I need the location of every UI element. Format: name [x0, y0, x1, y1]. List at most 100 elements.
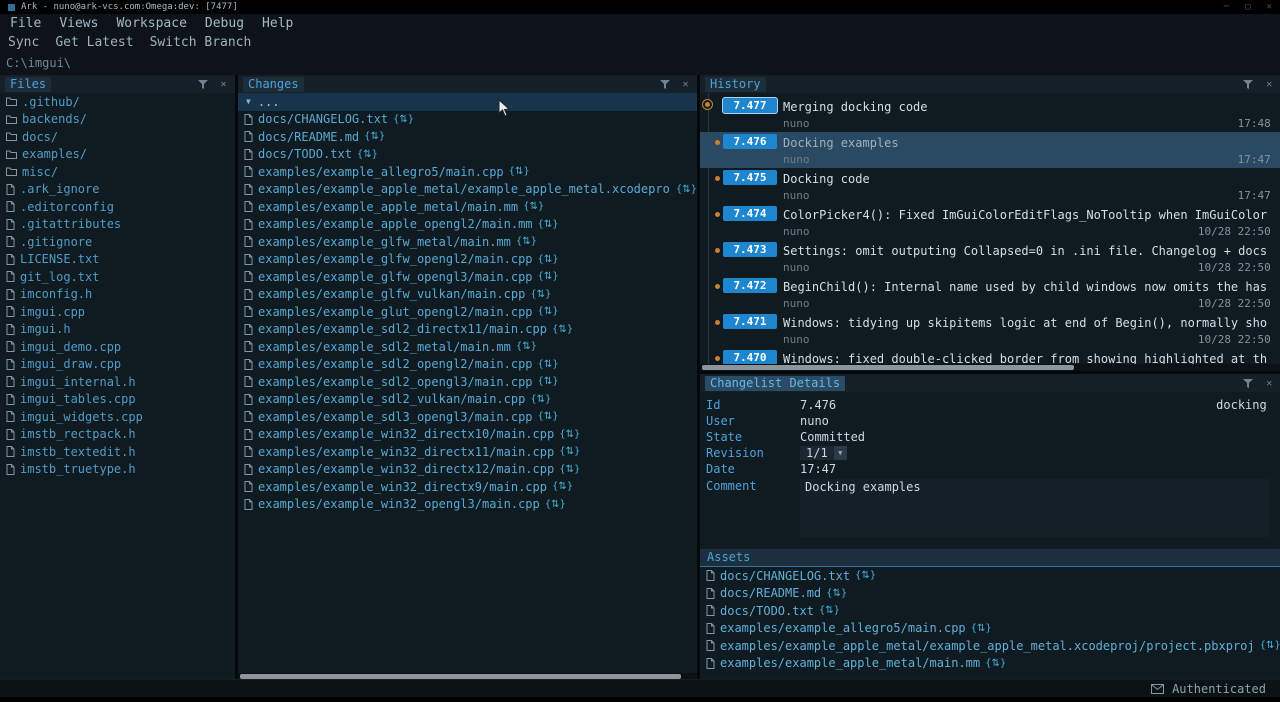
- history-commit-row[interactable]: 7.472 BeginChild(): Internal name used b…: [700, 276, 1280, 312]
- chevron-down-icon[interactable]: ▼: [834, 446, 847, 460]
- close-panel-icon[interactable]: ✕: [679, 78, 692, 91]
- minimize-icon[interactable]: ─: [1224, 2, 1229, 12]
- asset-row[interactable]: docs/README.md {⇅}: [700, 585, 1280, 603]
- changed-file-row[interactable]: examples/example_win32_directx9/main.cpp…: [238, 478, 697, 496]
- file-tree-item[interactable]: examples/: [0, 146, 235, 164]
- changeset-badge[interactable]: 7.471: [723, 314, 777, 329]
- file-tree-item[interactable]: imgui_tables.cpp: [0, 391, 235, 409]
- menu-item[interactable]: Workspace: [116, 16, 186, 31]
- changed-file-row[interactable]: examples/example_sdl2_opengl2/main.cpp {…: [238, 356, 697, 374]
- changed-file-row[interactable]: examples/example_apple_opengl2/main.mm {…: [238, 216, 697, 234]
- file-tree-item[interactable]: backends/: [0, 111, 235, 129]
- changed-file-row[interactable]: examples/example_win32_directx11/main.cp…: [238, 443, 697, 461]
- expand-arrow-icon[interactable]: ▼: [246, 97, 251, 106]
- asset-row[interactable]: docs/TODO.txt {⇅}: [700, 602, 1280, 620]
- changed-file-row[interactable]: docs/CHANGELOG.txt {⇅}: [238, 111, 697, 129]
- asset-row[interactable]: examples/example_allegro5/main.cpp {⇅}: [700, 620, 1280, 638]
- history-commit-row[interactable]: 7.475 Docking code nuno 17:47: [700, 168, 1280, 204]
- changed-file-row[interactable]: examples/example_sdl2_vulkan/main.cpp {⇅…: [238, 391, 697, 409]
- file-tree-item[interactable]: .editorconfig: [0, 198, 235, 216]
- history-commit-row[interactable]: 7.477 Merging docking code nuno 17:48: [700, 96, 1280, 132]
- changed-file-path: examples/example_apple_metal/main.mm: [258, 200, 518, 214]
- changed-file-row[interactable]: examples/example_apple_metal/main.mm {⇅}: [238, 198, 697, 216]
- menu-item[interactable]: File: [10, 16, 41, 31]
- asset-row[interactable]: docs/CHANGELOG.txt {⇅}: [700, 567, 1280, 585]
- changeset-badge[interactable]: 7.472: [723, 278, 777, 293]
- toolbar-button[interactable]: Sync: [8, 35, 39, 50]
- changeset-badge[interactable]: 7.473: [723, 242, 777, 257]
- changed-file-row[interactable]: examples/example_glfw_vulkan/main.cpp {⇅…: [238, 286, 697, 304]
- file-tree-item[interactable]: imgui.h: [0, 321, 235, 339]
- changed-file-row[interactable]: docs/README.md {⇅}: [238, 128, 697, 146]
- changed-file-row[interactable]: examples/example_sdl2_metal/main.mm {⇅}: [238, 338, 697, 356]
- file-tree-item[interactable]: imgui_internal.h: [0, 373, 235, 391]
- changed-file-row[interactable]: examples/example_win32_opengl3/main.cpp …: [238, 496, 697, 514]
- menu-item[interactable]: Debug: [205, 16, 244, 31]
- changed-file-row[interactable]: examples/example_win32_directx10/main.cp…: [238, 426, 697, 444]
- close-panel-icon[interactable]: ✕: [1263, 377, 1276, 390]
- revision-select[interactable]: 1/1 ▼: [800, 446, 847, 460]
- changed-file-path: examples/example_sdl2_opengl3/main.cpp: [258, 375, 533, 389]
- changeset-badge[interactable]: 7.476: [723, 134, 777, 149]
- file-tree-item[interactable]: imstb_textedit.h: [0, 443, 235, 461]
- asset-row[interactable]: examples/example_apple_metal/example_app…: [700, 637, 1280, 655]
- history-commit-row[interactable]: 7.473 Settings: omit outputing Collapsed…: [700, 240, 1280, 276]
- changeset-badge[interactable]: 7.477: [723, 98, 777, 113]
- branch-name: docking: [1216, 398, 1280, 412]
- file-tree-item[interactable]: misc/: [0, 163, 235, 181]
- file-tree-item[interactable]: .gitattributes: [0, 216, 235, 234]
- changed-file-row[interactable]: examples/example_sdl3_opengl3/main.cpp {…: [238, 408, 697, 426]
- toolbar-button[interactable]: Switch Branch: [150, 35, 252, 50]
- commit-list: 7.477 Merging docking code nuno 17:48: [700, 93, 1280, 364]
- file-tree-item[interactable]: .ark_ignore: [0, 181, 235, 199]
- file-tree-item[interactable]: docs/: [0, 128, 235, 146]
- changed-file-row[interactable]: examples/example_glfw_opengl2/main.cpp {…: [238, 251, 697, 269]
- file-icon: [6, 306, 15, 317]
- scrollbar-thumb[interactable]: [702, 365, 1074, 370]
- changed-file-row[interactable]: docs/TODO.txt {⇅}: [238, 146, 697, 164]
- file-tree-item[interactable]: .gitignore: [0, 233, 235, 251]
- changed-file-row[interactable]: examples/example_win32_directx12/main.cp…: [238, 461, 697, 479]
- changed-file-row[interactable]: examples/example_glfw_metal/main.mm {⇅}: [238, 233, 697, 251]
- menu-item[interactable]: Views: [59, 16, 98, 31]
- changed-file-row[interactable]: examples/example_apple_metal/example_app…: [238, 181, 697, 199]
- file-tree-item[interactable]: imconfig.h: [0, 286, 235, 304]
- close-panel-icon[interactable]: ✕: [217, 78, 230, 91]
- file-tree-item[interactable]: .github/: [0, 93, 235, 111]
- history-hscrollbar[interactable]: [700, 364, 1280, 371]
- file-tree-item[interactable]: git_log.txt: [0, 268, 235, 286]
- changeset-badge[interactable]: 7.475: [723, 170, 777, 185]
- comment-text[interactable]: Docking examples: [800, 479, 1269, 537]
- changed-file-row[interactable]: examples/example_sdl2_opengl3/main.cpp {…: [238, 373, 697, 391]
- history-commit-row[interactable]: 7.470 Windows: fixed double-clicked bord…: [700, 348, 1280, 364]
- file-tree-item[interactable]: imgui_draw.cpp: [0, 356, 235, 374]
- file-tree-item[interactable]: imgui_demo.cpp: [0, 338, 235, 356]
- history-commit-row[interactable]: 7.474 ColorPicker4(): Fixed ImGuiColorEd…: [700, 204, 1280, 240]
- asset-row[interactable]: examples/example_apple_metal/main.mm {⇅}: [700, 655, 1280, 673]
- history-commit-row[interactable]: 7.476 Docking examples nuno 17:47: [700, 132, 1280, 168]
- maximize-icon[interactable]: ▢: [1245, 2, 1250, 12]
- file-name: backends/: [22, 112, 87, 126]
- history-commit-row[interactable]: 7.471 Windows: tidying up skipitems logi…: [700, 312, 1280, 348]
- changed-file-row[interactable]: examples/example_glfw_opengl3/main.cpp {…: [238, 268, 697, 286]
- changes-root-row[interactable]: ▼ ...: [238, 93, 697, 111]
- filter-icon[interactable]: [658, 78, 671, 91]
- changeset-badge[interactable]: 7.470: [723, 350, 777, 364]
- changed-file-row[interactable]: examples/example_allegro5/main.cpp {⇅}: [238, 163, 697, 181]
- menu-item[interactable]: Help: [262, 16, 293, 31]
- file-tree-item[interactable]: LICENSE.txt: [0, 251, 235, 269]
- filter-icon[interactable]: [1242, 377, 1255, 390]
- close-panel-icon[interactable]: ✕: [1263, 78, 1276, 91]
- changed-file-row[interactable]: examples/example_sdl2_directx11/main.cpp…: [238, 321, 697, 339]
- changeset-badge[interactable]: 7.474: [723, 206, 777, 221]
- file-tree-item[interactable]: imstb_truetype.h: [0, 461, 235, 479]
- changed-file-row[interactable]: examples/example_glut_opengl2/main.cpp {…: [238, 303, 697, 321]
- toolbar-button[interactable]: Get Latest: [55, 35, 133, 50]
- file-tree-item[interactable]: imgui_widgets.cpp: [0, 408, 235, 426]
- file-tree-item[interactable]: imstb_rectpack.h: [0, 426, 235, 444]
- timeline-dot-icon: [715, 212, 720, 217]
- file-tree-item[interactable]: imgui.cpp: [0, 303, 235, 321]
- filter-icon[interactable]: [196, 78, 209, 91]
- close-icon[interactable]: ✕: [1267, 2, 1272, 12]
- filter-icon[interactable]: [1242, 78, 1255, 91]
